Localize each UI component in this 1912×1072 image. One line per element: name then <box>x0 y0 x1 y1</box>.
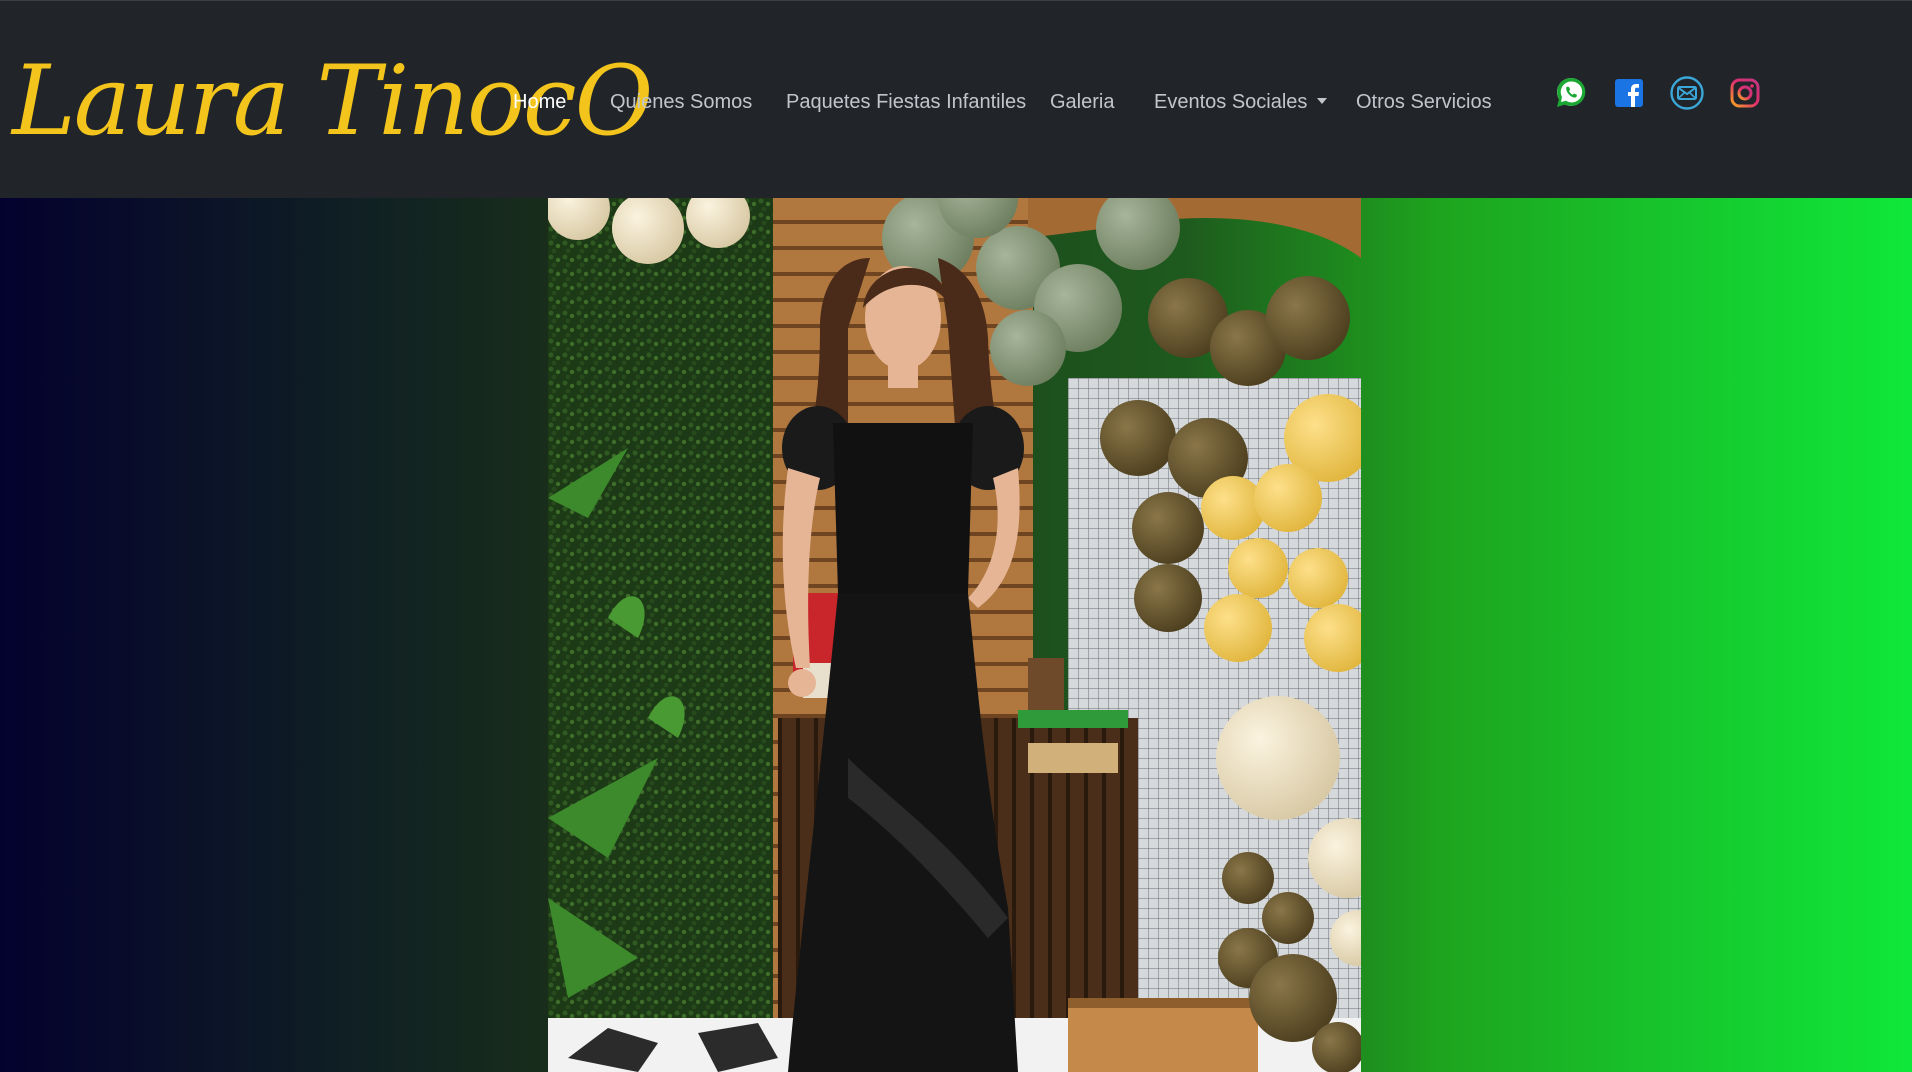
instagram-icon[interactable] <box>1727 75 1763 111</box>
nav-links: Home Quienes Somos Paquetes Fiestas Infa… <box>0 1 1500 199</box>
caret-down-icon <box>1317 98 1328 104</box>
hero-photo <box>548 198 1361 1072</box>
nav-eventos-sociales-label: Eventos Sociales <box>1154 91 1308 113</box>
whatsapp-icon[interactable] <box>1553 75 1589 111</box>
nav-home[interactable]: Home <box>513 87 566 117</box>
nav-otros-servicios[interactable]: Otros Servicios <box>1356 87 1492 117</box>
email-icon[interactable] <box>1669 75 1705 111</box>
facebook-icon[interactable] <box>1611 75 1647 111</box>
nav-paquetes-fiestas-infantiles[interactable]: Paquetes Fiestas Infantiles <box>786 87 1026 117</box>
nav-eventos-sociales-dropdown[interactable]: Eventos Sociales <box>1154 87 1328 117</box>
navbar: Laura TinocO Home Quienes Somos Paquetes… <box>0 0 1912 198</box>
hero-section <box>0 198 1912 1072</box>
nav-galeria[interactable]: Galeria <box>1050 87 1114 117</box>
nav-quienes-somos[interactable]: Quienes Somos <box>610 87 752 117</box>
